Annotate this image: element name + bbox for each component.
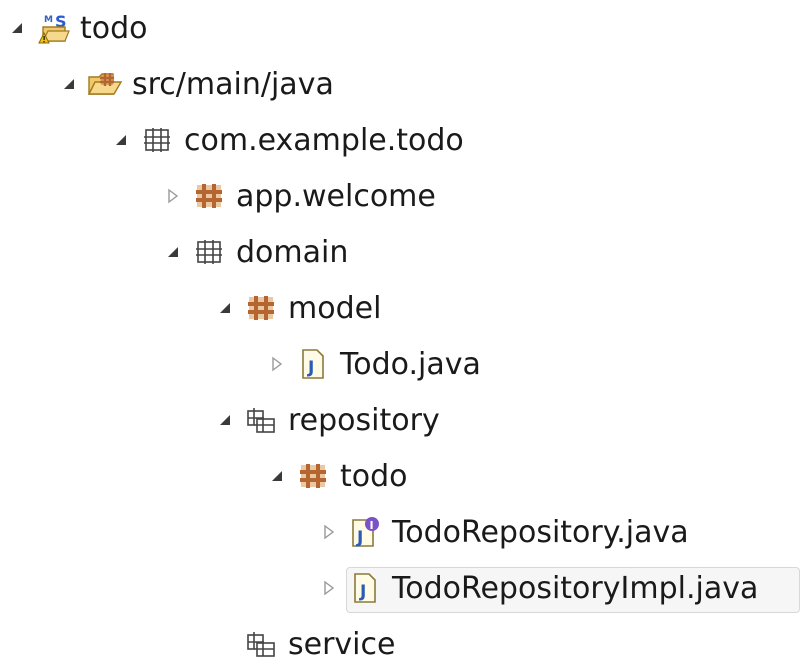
tree-node-label: todo	[80, 10, 148, 46]
folder-package-icon	[242, 618, 280, 670]
expanded-arrow-icon[interactable]	[6, 2, 28, 54]
package-icon	[294, 450, 332, 502]
tree-node[interactable]: app.welcome	[0, 170, 436, 222]
tree-node[interactable]: J I TodoRepository.java	[0, 506, 689, 558]
tree-node[interactable]: domain	[0, 226, 348, 278]
tree-node[interactable]: J Todo.java	[0, 338, 481, 390]
svg-text:J: J	[356, 528, 363, 548]
java-file-icon: J	[346, 562, 384, 614]
no-expander	[214, 618, 236, 670]
collapsed-arrow-icon[interactable]	[162, 170, 184, 222]
tree-node-label: Todo.java	[340, 346, 481, 382]
svg-text:M: M	[44, 15, 53, 25]
java-interface-file-icon: J I	[346, 506, 384, 558]
tree-node[interactable]: src/main/java	[0, 58, 334, 110]
expanded-arrow-icon[interactable]	[110, 114, 132, 166]
package-icon	[190, 170, 228, 222]
folder-package-icon	[242, 394, 280, 446]
tree-node-label: TodoRepository.java	[392, 514, 689, 550]
expanded-arrow-icon[interactable]	[266, 450, 288, 502]
tree-node[interactable]: todo	[0, 450, 408, 502]
tree-node-label: TodoRepositoryImpl.java	[392, 570, 759, 606]
tree-node-label: app.welcome	[236, 178, 436, 214]
empty-package-icon	[190, 226, 228, 278]
tree-node[interactable]: M S todo	[0, 2, 148, 54]
tree-node-label: model	[288, 290, 382, 326]
tree-node[interactable]: J TodoRepositoryImpl.java	[0, 562, 800, 614]
tree-node-label: todo	[340, 458, 408, 494]
expanded-arrow-icon[interactable]	[214, 394, 236, 446]
collapsed-arrow-icon[interactable]	[318, 506, 340, 558]
package-icon	[242, 282, 280, 334]
tree-node-label: com.example.todo	[184, 122, 464, 158]
expanded-arrow-icon[interactable]	[214, 282, 236, 334]
svg-text:I: I	[370, 519, 374, 532]
source-folder-icon	[86, 58, 124, 110]
tree-node[interactable]: com.example.todo	[0, 114, 464, 166]
svg-text:J: J	[359, 582, 366, 602]
expanded-arrow-icon[interactable]	[58, 58, 80, 110]
tree-node-label: service	[288, 626, 396, 662]
tree-node-label: src/main/java	[132, 66, 334, 102]
collapsed-arrow-icon[interactable]	[318, 562, 340, 614]
tree-node[interactable]: model	[0, 282, 381, 334]
project-explorer-tree: M S todo src/main/java com.example.todo …	[0, 0, 803, 663]
tree-node[interactable]: repository	[0, 394, 440, 446]
empty-package-icon	[138, 114, 176, 166]
java-file-icon: J	[294, 338, 332, 390]
spring-maven-project-icon: M S	[34, 2, 72, 54]
collapsed-arrow-icon[interactable]	[266, 338, 288, 390]
expanded-arrow-icon[interactable]	[162, 226, 184, 278]
svg-text:J: J	[307, 358, 314, 378]
tree-node-label: repository	[288, 402, 440, 438]
tree-node[interactable]: service	[0, 618, 395, 670]
tree-node-label: domain	[236, 234, 349, 270]
